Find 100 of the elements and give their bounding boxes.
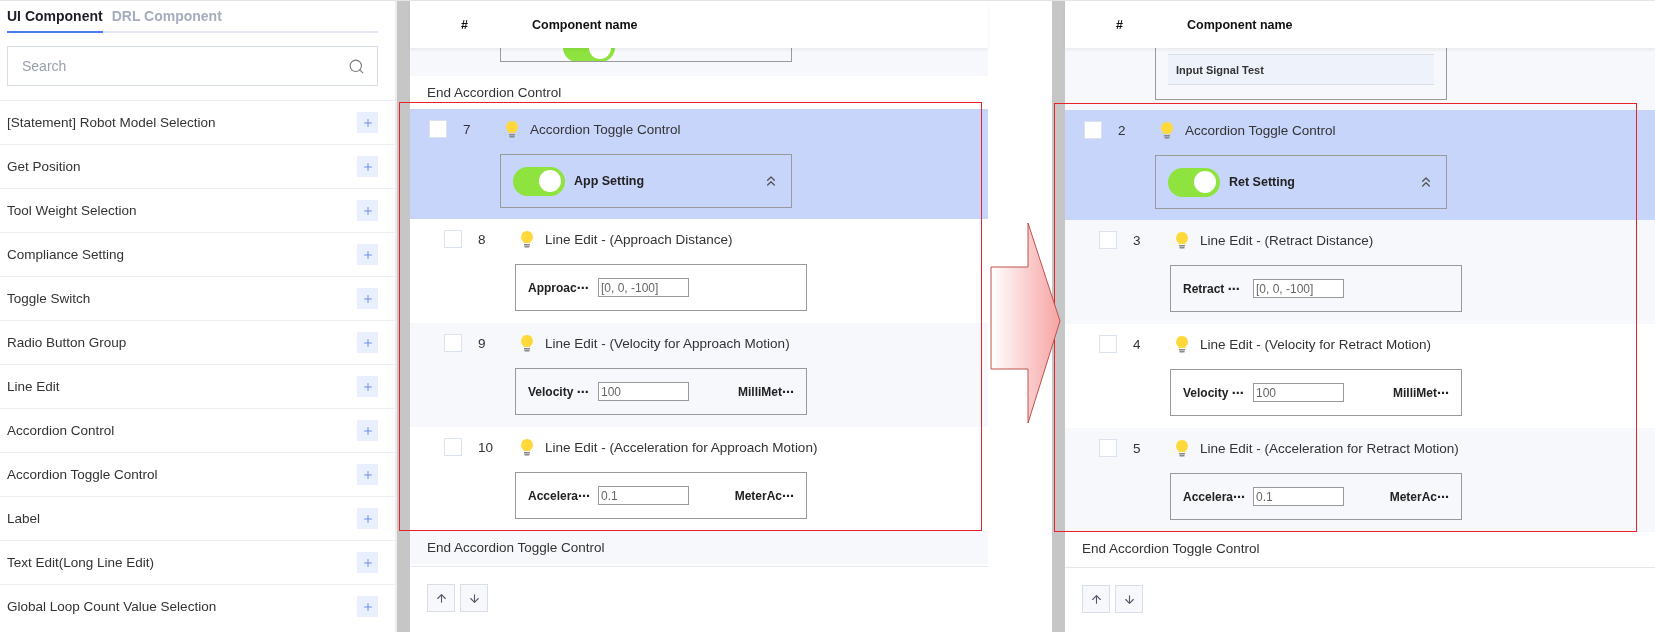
add-button[interactable]	[357, 156, 378, 177]
checkbox[interactable]	[1099, 439, 1117, 457]
plus-icon	[361, 248, 374, 261]
plus-icon	[361, 116, 374, 129]
add-button[interactable]	[357, 420, 378, 441]
component-list-item[interactable]: Tool Weight Selection	[7, 203, 137, 218]
plus-icon	[361, 336, 374, 349]
component-name: Line Edit - (Velocity for Approach Motion)	[545, 335, 790, 351]
column-header: #	[1116, 17, 1124, 32]
add-button[interactable]	[357, 508, 378, 529]
plus-icon	[361, 204, 374, 217]
field-label: Velocity ⋯	[1183, 385, 1245, 400]
scrollbar[interactable]	[395, 1, 410, 632]
checkbox[interactable]	[1099, 231, 1117, 249]
add-button[interactable]	[357, 112, 378, 133]
row-number: 9	[478, 335, 487, 351]
toggle-switch[interactable]	[1168, 167, 1220, 197]
move-down-button[interactable]	[460, 584, 488, 612]
input-field[interactable]: 0.1	[1253, 487, 1344, 506]
tab[interactable]: UI Component	[7, 8, 103, 33]
checkbox[interactable]	[429, 120, 447, 138]
down-arrow-icon	[1122, 592, 1136, 606]
plus-icon	[361, 424, 374, 437]
component-list-item[interactable]: Get Position	[7, 159, 81, 174]
accordion-row[interactable]: 2 Accordion Toggle Control Ret Setting	[1065, 110, 1655, 220]
component-list-item[interactable]: Global Loop Count Value Selection	[7, 599, 217, 614]
component-list-item[interactable]: Accordion Toggle Control	[7, 467, 158, 482]
accordion-row[interactable]: 7 Accordion Toggle Control App Setting	[410, 109, 988, 219]
lightbulb-icon	[1175, 335, 1189, 353]
lightbulb-icon	[520, 230, 534, 248]
unit-label: MilliMet⋯	[738, 384, 794, 399]
label-text: Input Signal Test	[1168, 54, 1434, 85]
input-field[interactable]: 100	[1253, 383, 1344, 402]
search-icon[interactable]	[348, 57, 365, 75]
plus-icon	[361, 160, 374, 173]
checkbox[interactable]	[1084, 121, 1102, 139]
checkbox[interactable]	[1099, 335, 1117, 353]
component-name: Line Edit - (Velocity for Retract Motion)	[1200, 336, 1432, 352]
component-list-item[interactable]: [Statement] Robot Model Selection	[7, 115, 216, 130]
add-button[interactable]	[357, 376, 378, 397]
row-number: 4	[1133, 336, 1142, 352]
input-field[interactable]: 0.1	[598, 486, 689, 505]
plus-icon	[361, 600, 374, 613]
row-number: 8	[478, 231, 487, 247]
column-header: #	[461, 17, 469, 32]
component-list-item[interactable]: Label	[7, 511, 41, 526]
column-header: Component name	[532, 17, 638, 32]
add-button[interactable]	[357, 200, 378, 221]
field-label: Retract ⋯	[1183, 281, 1241, 296]
component-name: Line Edit - (Approach Distance)	[545, 231, 733, 247]
plus-icon	[361, 556, 374, 569]
toggle-switch[interactable]	[513, 166, 565, 196]
input-field[interactable]: [0, 0, -100]	[598, 278, 689, 297]
plus-icon	[361, 468, 374, 481]
lightbulb-icon	[1175, 231, 1189, 249]
component-list-item[interactable]: Compliance Setting	[7, 247, 125, 262]
line-edit-row[interactable]: 9 Line Edit - (Velocity for Approach Motion) Velocity ⋯ 100 MilliMet⋯	[410, 323, 988, 427]
down-arrow-icon	[467, 591, 481, 605]
row-number: 2	[1118, 122, 1127, 138]
move-down-button[interactable]	[1115, 585, 1143, 613]
lightbulb-icon	[1175, 439, 1189, 457]
add-button[interactable]	[357, 244, 378, 265]
row-number: 3	[1133, 232, 1142, 248]
row-number: 7	[463, 121, 472, 137]
component-list-item[interactable]: Accordion Control	[7, 423, 115, 438]
plus-icon	[361, 512, 374, 525]
checkbox[interactable]	[444, 438, 462, 456]
up-arrow-icon	[1089, 592, 1103, 606]
plus-icon	[361, 380, 374, 393]
field-label: Approac⋯	[528, 280, 590, 295]
component-name: Accordion Toggle Control	[530, 121, 681, 137]
search-input[interactable]: Search	[20, 57, 348, 75]
column-header: Component name	[1187, 17, 1293, 32]
component-name: Line Edit - (Acceleration for Retract Motion)	[1200, 440, 1459, 456]
input-field[interactable]: [0, 0, -100]	[1253, 279, 1344, 298]
lightbulb-icon	[505, 120, 519, 138]
move-up-button[interactable]	[1082, 585, 1110, 613]
move-up-button[interactable]	[427, 584, 455, 612]
component-list-item[interactable]: Radio Button Group	[7, 335, 127, 350]
add-button[interactable]	[357, 464, 378, 485]
component-list-item[interactable]: Text Edit(Long Line Edit)	[7, 555, 155, 570]
row-number: 5	[1133, 440, 1142, 456]
line-edit-row[interactable]: 5 Line Edit - (Acceleration for Retract Motion) Accelera⋯ 0.1 MeterAc⋯	[1065, 428, 1655, 532]
up-arrow-icon	[434, 591, 448, 605]
add-button[interactable]	[357, 288, 378, 309]
component-list-item[interactable]: Line Edit	[7, 379, 60, 394]
unit-label: MeterAc⋯	[1389, 489, 1449, 504]
input-field[interactable]: 100	[598, 382, 689, 401]
search-field[interactable]: Search	[7, 46, 378, 86]
add-button[interactable]	[357, 596, 378, 617]
component-name: Line Edit - (Retract Distance)	[1200, 232, 1374, 248]
plus-icon	[361, 292, 374, 305]
line-edit-row[interactable]: 3 Line Edit - (Retract Distance) Retract ⋯ [0, 0, -100]	[1065, 220, 1655, 324]
add-button[interactable]	[357, 552, 378, 573]
add-button[interactable]	[357, 332, 378, 353]
lightbulb-icon	[520, 438, 534, 456]
setting-label: Ret Setting	[1229, 175, 1296, 189]
component-list-item[interactable]: Toggle Switch	[7, 291, 91, 306]
checkbox[interactable]	[444, 230, 462, 248]
checkbox[interactable]	[444, 334, 462, 352]
